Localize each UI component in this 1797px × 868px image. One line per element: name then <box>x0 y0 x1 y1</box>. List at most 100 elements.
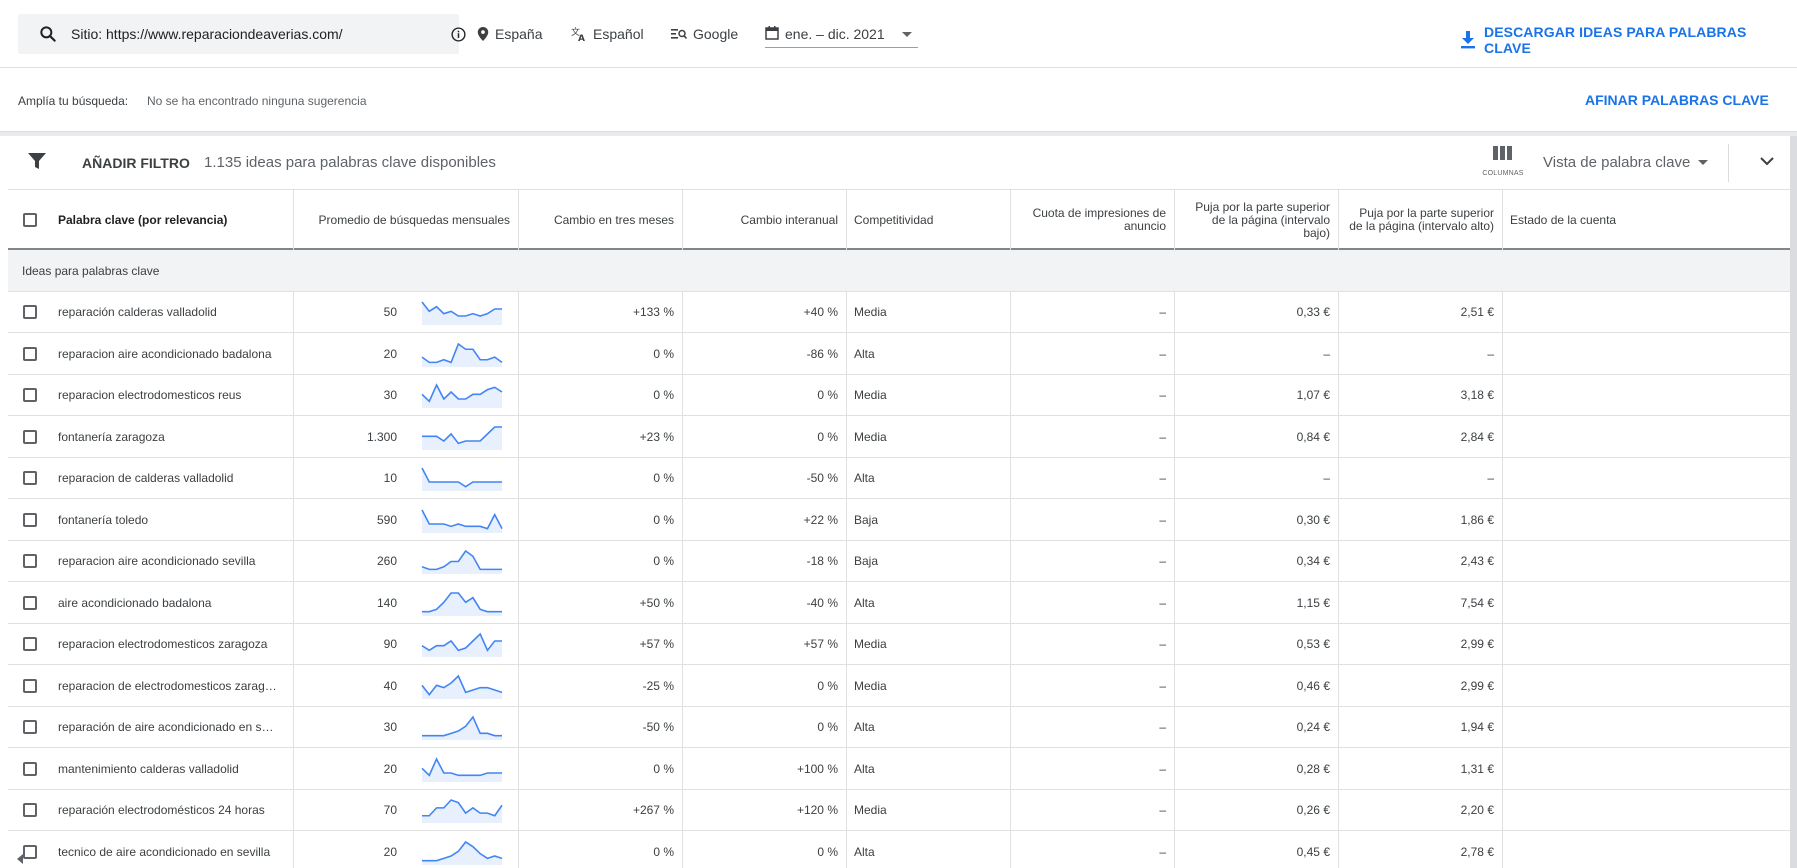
col-bid-low-header[interactable]: Puja por la parte superior de la página … <box>1174 190 1338 250</box>
search-input[interactable]: Sitio: https://www.reparaciondeaverias.c… <box>71 26 343 42</box>
download-label: DESCARGAR IDEAS PARA PALABRAS CLAVE <box>1483 24 1747 56</box>
network-filter[interactable]: Google <box>671 24 738 44</box>
bid-high-cell: 2,43 € <box>1460 554 1494 568</box>
col-avg-searches-header[interactable]: Promedio de búsquedas mensuales <box>293 190 518 250</box>
refine-keywords-button[interactable]: AFINAR PALABRAS CLAVE <box>1585 92 1769 108</box>
yoy-change-cell: -18 % <box>806 554 838 568</box>
trend-sparkline[interactable] <box>421 507 503 533</box>
col-keyword-header[interactable]: Palabra clave (por relevancia) <box>50 190 293 250</box>
date-range-select[interactable]: ene. – dic. 2021 <box>765 14 918 48</box>
table-row[interactable]: reparacion de electrodomesticos zarag… 40… <box>8 665 1790 707</box>
trend-sparkline[interactable] <box>421 839 503 865</box>
impr-share-cell: – <box>1159 761 1166 776</box>
info-icon[interactable] <box>450 26 467 43</box>
table-row[interactable]: tecnico de aire acondicionado en sevilla… <box>8 831 1790 868</box>
trend-sparkline[interactable] <box>421 797 503 823</box>
avg-searches-cell: 70 <box>383 803 397 817</box>
download-ideas-button[interactable]: DESCARGAR IDEAS PARA PALABRAS CLAVE <box>1460 24 1797 56</box>
table-row[interactable]: reparación calderas valladolid 50 +133 % +4… <box>8 292 1790 333</box>
scroll-left-arrow-icon[interactable] <box>10 850 30 868</box>
row-checkbox[interactable] <box>23 554 37 568</box>
trend-sparkline[interactable] <box>421 714 503 740</box>
row-checkbox[interactable] <box>23 637 37 651</box>
trend-sparkline[interactable] <box>421 548 503 574</box>
impr-share-cell: – <box>1159 595 1166 610</box>
avg-searches-cell: 20 <box>383 844 397 859</box>
chevron-down-icon[interactable] <box>1760 156 1774 166</box>
row-checkbox[interactable] <box>23 720 37 734</box>
col-impr-share-header[interactable]: Cuota de impresiones de anuncio <box>1010 190 1174 250</box>
row-checkbox[interactable] <box>23 595 37 610</box>
table-row[interactable]: reparación de aire acondicionado en s… 30… <box>8 707 1790 748</box>
impr-share-cell: – <box>1159 554 1166 568</box>
location-filter[interactable]: España <box>477 24 542 44</box>
impr-share-cell: – <box>1159 388 1166 402</box>
row-checkbox[interactable] <box>23 678 37 693</box>
row-checkbox[interactable] <box>23 803 37 817</box>
table-row[interactable]: fontanería toledo 590 0 % +22 % Baja – 0,30 € 1… <box>8 499 1790 541</box>
dropdown-caret-icon <box>1698 160 1709 165</box>
table-row[interactable]: reparacion de calderas valladolid 10 0 % -5… <box>8 458 1790 499</box>
row-checkbox[interactable] <box>23 471 37 485</box>
col-yoy-header[interactable]: Cambio interanual <box>682 190 846 250</box>
bid-low-cell: 0,84 € <box>1296 429 1330 444</box>
competition-cell: Baja <box>854 554 879 568</box>
table-row[interactable]: reparacion electrodomesticos zaragoza 90 +… <box>8 624 1790 665</box>
keyword-cell: reparacion electrodomesticos zaragoza <box>58 637 268 651</box>
column-divider <box>1174 190 1175 250</box>
trend-sparkline[interactable] <box>421 673 503 699</box>
trend-sparkline[interactable] <box>421 382 503 408</box>
row-checkbox[interactable] <box>23 429 37 444</box>
columns-button[interactable]: COLUMNAS <box>1478 146 1528 177</box>
table-row[interactable]: aire acondicionado badalona 140 +50 % -40 %… <box>8 582 1790 624</box>
row-checkbox[interactable] <box>23 346 37 361</box>
table-row[interactable]: reparacion aire acondicionado sevilla 260… <box>8 541 1790 582</box>
keyword-cell: reparacion de calderas valladolid <box>58 471 234 485</box>
filter-icon[interactable] <box>28 152 46 170</box>
row-checkbox[interactable] <box>23 388 37 402</box>
trend-sparkline[interactable] <box>421 299 503 325</box>
table-row[interactable]: reparacion electrodomesticos reus 30 0 % 0 … <box>8 375 1790 416</box>
bid-low-cell: – <box>1323 471 1330 485</box>
row-checkbox[interactable] <box>23 512 37 527</box>
table-row[interactable]: reparación electrodomésticos 24 horas 70 +… <box>8 790 1790 831</box>
bid-low-cell: 1,07 € <box>1296 388 1330 402</box>
bid-high-cell: – <box>1487 346 1494 361</box>
row-checkbox[interactable] <box>23 761 37 776</box>
trend-sparkline[interactable] <box>421 756 503 782</box>
network-label: Google <box>693 26 739 42</box>
add-filter-button[interactable]: AÑADIR FILTRO <box>82 155 190 171</box>
trend-sparkline[interactable] <box>421 424 503 450</box>
col-competition-header[interactable]: Competitividad <box>846 190 1010 250</box>
impr-share-cell: – <box>1159 305 1166 319</box>
table-row[interactable]: mantenimiento calderas valladolid 20 0 % +1… <box>8 748 1790 790</box>
impr-share-cell: – <box>1159 429 1166 444</box>
avg-searches-cell: 40 <box>383 678 397 693</box>
broaden-search-bar: Amplía tu búsqueda: No se ha encontrado … <box>0 68 1797 132</box>
translate-icon: 文A <box>571 26 585 42</box>
three-month-change-cell: -50 % <box>642 720 674 734</box>
trend-sparkline[interactable] <box>421 341 503 367</box>
impr-share-cell: – <box>1159 803 1166 817</box>
col-bid-high-header[interactable]: Puja por la parte superior de la página … <box>1338 190 1502 250</box>
col-three-month-header[interactable]: Cambio en tres meses <box>518 190 682 250</box>
column-divider <box>1502 292 1503 868</box>
col-account-status-header[interactable]: Estado de la cuenta <box>1502 190 1702 250</box>
bid-high-cell: 2,99 € <box>1460 678 1494 693</box>
row-checkbox[interactable] <box>23 305 37 319</box>
select-all-checkbox[interactable] <box>23 213 37 227</box>
search-box[interactable]: Sitio: https://www.reparaciondeaverias.c… <box>18 14 466 54</box>
vertical-scrollbar[interactable] <box>1790 136 1797 868</box>
competition-cell: Media <box>854 803 887 817</box>
column-divider <box>518 292 519 868</box>
competition-cell: Alta <box>854 595 875 610</box>
keyword-view-select[interactable]: Vista de palabra clave <box>1543 154 1709 171</box>
trend-sparkline[interactable] <box>421 631 503 657</box>
trend-sparkline[interactable] <box>421 590 503 616</box>
language-filter[interactable]: 文A Español <box>571 24 644 44</box>
table-row[interactable]: fontanería zaragoza 1.300 +23 % 0 % Media – 0,… <box>8 416 1790 458</box>
three-month-change-cell: 0 % <box>653 512 674 527</box>
trend-sparkline[interactable] <box>421 465 503 491</box>
table-row[interactable]: reparacion aire acondicionado badalona 20… <box>8 333 1790 375</box>
toolbar-separator <box>1728 144 1729 182</box>
